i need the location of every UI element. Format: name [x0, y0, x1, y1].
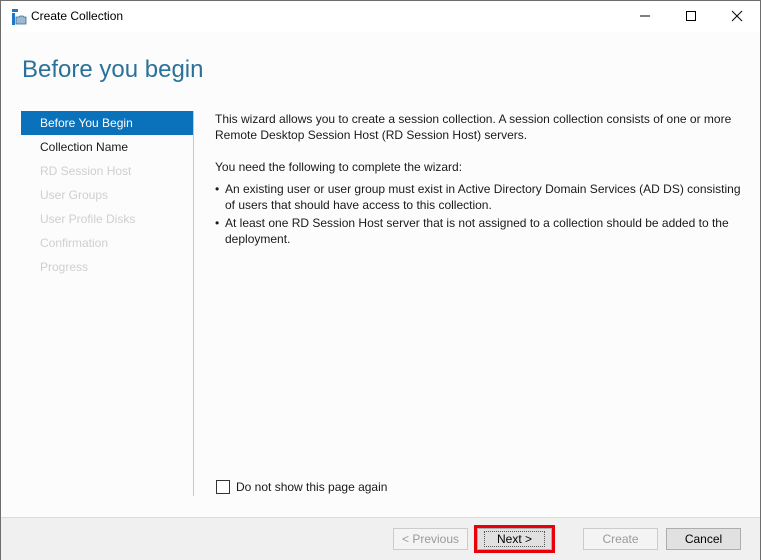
nav-item-confirmation: Confirmation [40, 236, 109, 250]
close-icon [731, 7, 743, 26]
title-bar[interactable]: Create Collection [1, 1, 760, 32]
nav-item-rd-session-host: RD Session Host [40, 164, 132, 178]
page-title: Before you begin [22, 56, 204, 83]
next-button[interactable]: Next > [477, 528, 552, 550]
maximize-button[interactable] [668, 1, 714, 32]
nav-item-collection-name[interactable]: Collection Name [21, 135, 193, 159]
minimize-button[interactable] [622, 1, 668, 32]
close-button[interactable] [714, 1, 760, 32]
nav-item-user-groups: User Groups [40, 188, 109, 202]
bullet-icon: • [215, 182, 220, 196]
create-button[interactable]: Create [583, 528, 658, 550]
wizard-content: This wizard allows you to create a sessi… [215, 111, 745, 249]
requirement-item: • At least one RD Session Host server th… [215, 215, 745, 247]
requirements-list: • An existing user or user group must ex… [215, 181, 745, 247]
do-not-show-again-checkbox[interactable] [216, 480, 230, 494]
bullet-icon: • [215, 216, 220, 230]
nav-item-before-you-begin[interactable]: Before You Begin [21, 111, 193, 135]
nav-divider [193, 111, 194, 496]
nav-item-user-profile-disks: User Profile Disks [40, 212, 136, 226]
do-not-show-again-row[interactable]: Do not show this page again [216, 480, 387, 494]
create-collection-window: Create Collection Before you begin Befor… [0, 0, 761, 560]
requirements-heading: You need the following to complete the w… [215, 160, 463, 174]
requirement-text: At least one RD Session Host server that… [225, 216, 729, 246]
window-title: Create Collection [31, 9, 124, 23]
requirement-text: An existing user or user group must exis… [225, 182, 741, 212]
next-button-label: Next > [483, 531, 545, 547]
server-folder-icon [11, 9, 27, 25]
do-not-show-again-label: Do not show this page again [236, 480, 388, 494]
minimize-icon [639, 7, 651, 26]
intro-text: This wizard allows you to create a sessi… [215, 112, 732, 142]
wizard-steps-nav: Before You Begin Collection Name RD Sess… [21, 111, 193, 496]
maximize-icon [685, 7, 697, 26]
requirement-item: • An existing user or user group must ex… [215, 181, 745, 213]
nav-item-progress: Progress [40, 260, 89, 274]
previous-button[interactable]: < Previous [393, 528, 468, 550]
cancel-button[interactable]: Cancel [666, 528, 741, 550]
